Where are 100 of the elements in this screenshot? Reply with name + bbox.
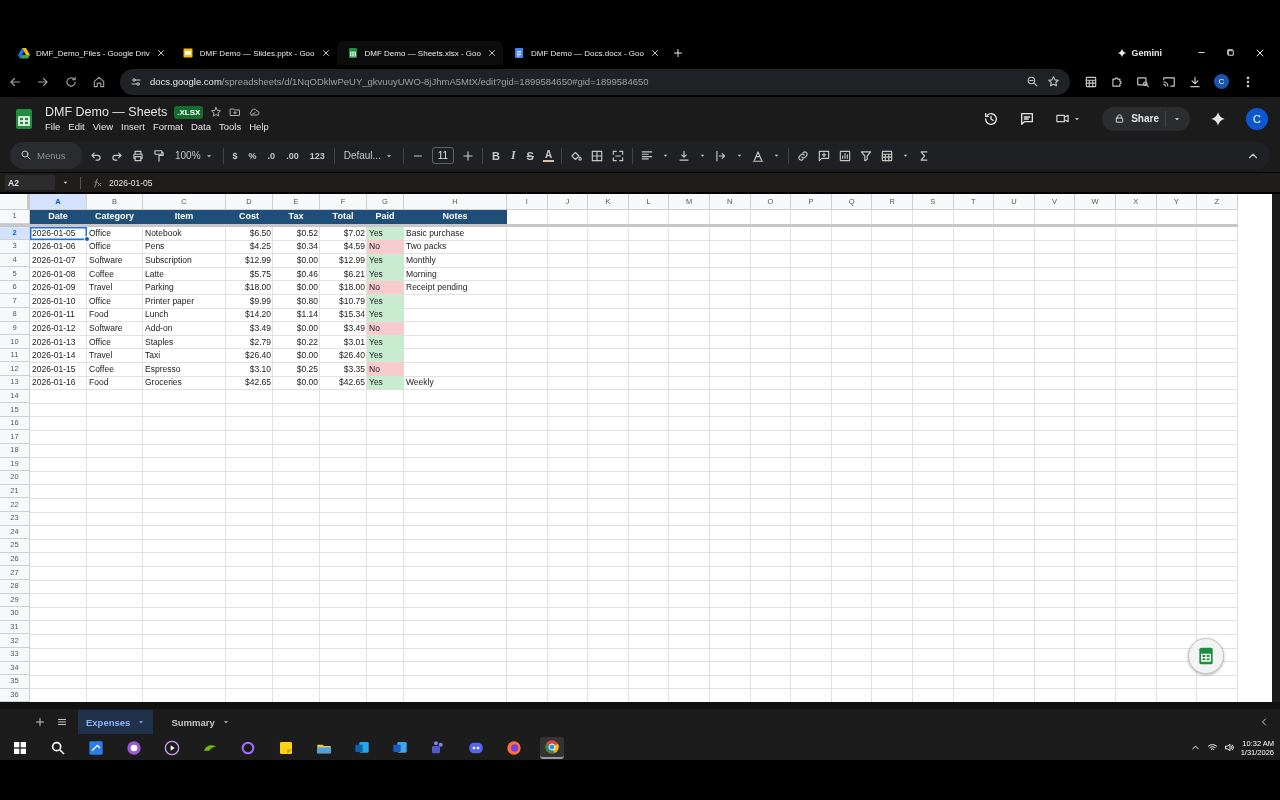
browser-tab[interactable]: DMF_Demo_Files - Google Driv — [8, 41, 172, 65]
decrease-decimal-button[interactable]: .0 — [265, 150, 278, 161]
table-cell[interactable]: 2026-01-05 — [30, 226, 87, 241]
sheet-tab[interactable]: Summary — [163, 710, 238, 734]
menu-item[interactable]: Tools — [219, 121, 247, 132]
table-cell-text: Staples — [144, 335, 175, 349]
address-bar[interactable]: docs.google.com/spreadsheets/d/1NqODklwPeUY_gkvuuyUWO-8jJhmA5MtX/edit?gid=1899584650#gid=1899584650 — [120, 68, 1070, 95]
table-cell-text: $0.00 — [295, 321, 319, 335]
table-cell-text: $12.99 — [338, 254, 366, 267]
table-cell-text: $6.21 — [342, 267, 366, 281]
table-cell-text: $0.34 — [295, 240, 319, 254]
table-cell-text: Office — [88, 240, 113, 254]
table-cell-text: 2026-01-11 — [31, 308, 76, 322]
table-cell-text: Software — [88, 321, 124, 335]
menu-item[interactable]: Format — [152, 121, 188, 132]
gemini-button[interactable]: Gemini — [1111, 47, 1168, 59]
font-select[interactable]: Defaul... — [341, 150, 396, 161]
table-cell-text: $6.50 — [248, 226, 272, 240]
profile-avatar[interactable]: C — [1246, 107, 1268, 130]
share-button[interactable]: Share — [1102, 106, 1190, 131]
table-cell-text: Parking — [144, 281, 175, 295]
table-cell-text: $0.46 — [295, 267, 319, 281]
column-title: Paid — [367, 210, 404, 224]
url-text: docs.google.com/spreadsheets/d/1NqODklwPeUY_gkvuuyUWO-8jJhmA5MtX/edit?gid=1899584650#gid=1899584650 — [150, 76, 650, 87]
table-cell-text: 2026-01-13 — [31, 335, 77, 349]
italic-button[interactable]: I — [508, 148, 518, 163]
table-cell-text: $9.99 — [248, 294, 272, 308]
table-cell-text: $26.40 — [244, 349, 272, 363]
table-cell-text: 2026-01-14 — [31, 349, 77, 363]
menu-item[interactable]: Help — [249, 121, 274, 132]
menu-item[interactable]: View — [92, 121, 119, 132]
table-cell-text: Lunch — [144, 308, 170, 322]
menu-item[interactable]: Edit — [68, 121, 90, 132]
table-cell-text: $0.80 — [295, 294, 319, 308]
status-cell: Yes — [367, 376, 404, 390]
profile-avatar[interactable]: C — [1214, 74, 1229, 89]
table-cell-text: Groceries — [144, 376, 183, 390]
percent-button[interactable]: % — [246, 150, 259, 161]
table-cell-text: $0.00 — [295, 281, 319, 295]
font-size-field[interactable]: 11 — [431, 147, 454, 164]
table-cell-text: $1.14 — [295, 308, 319, 322]
table-cell-text: Morning — [405, 267, 438, 281]
table-cell-text: $14.20 — [244, 308, 272, 322]
table-cell-text: $3.49 — [248, 321, 272, 335]
column-title: Notes — [404, 210, 507, 224]
table-cell-text: Coffee — [88, 267, 115, 281]
table-cell-text: $2.79 — [248, 335, 272, 349]
sheet-tab[interactable]: Expenses — [78, 710, 154, 734]
name-box[interactable]: A2 — [5, 175, 55, 190]
table-cell-text: Weekly — [405, 376, 435, 390]
table-cell-text: Subscription — [144, 254, 193, 267]
table-cell-text: 2026-01-06 — [31, 240, 77, 254]
table-cell-text: Food — [88, 376, 110, 390]
browser-tab[interactable]: DMF Demo — Docs.docx - Goo — [503, 41, 666, 65]
table-cell-text: $12.99 — [244, 254, 272, 267]
table-cell-text: $3.10 — [248, 362, 272, 376]
table-cell-text: 2026-01-07 — [31, 254, 77, 267]
table-cell-text: Pens — [144, 240, 166, 254]
menu-search-field[interactable]: Menus — [10, 142, 82, 169]
currency-button[interactable]: $ — [230, 150, 240, 161]
table-cell-text: Office — [88, 294, 113, 308]
table-cell-text: $3.35 — [342, 362, 366, 376]
table-cell-text: $0.22 — [295, 335, 319, 349]
browser-tab[interactable]: DMF Demo — Slides.pptx - Goo — [171, 41, 337, 65]
table-cell-text: 2026-01-10 — [31, 294, 77, 308]
formula-value[interactable]: 2026-01-05 — [109, 177, 153, 188]
menu-item[interactable]: File — [45, 121, 66, 132]
menu-item[interactable]: Insert — [121, 121, 150, 132]
table-cell-text: 2026-01-08 — [31, 267, 77, 281]
zoom-select[interactable]: 100% — [173, 150, 216, 161]
menu-item[interactable]: Data — [190, 121, 217, 132]
status-cell: Yes — [367, 308, 404, 322]
strikethrough-button[interactable]: S — [524, 149, 536, 162]
table-cell-text: $7.02 — [342, 226, 366, 240]
text-color-button[interactable]: A — [542, 149, 555, 162]
table-cell-text: $0.00 — [295, 376, 319, 390]
table-cell-text: 2026-01-09 — [31, 281, 77, 295]
table-cell-text: $4.59 — [342, 240, 366, 254]
status-cell: Yes — [367, 335, 404, 349]
table-cell-text: $5.75 — [248, 267, 272, 281]
bold-button[interactable]: B — [489, 149, 502, 162]
table-cell-text: $0.00 — [295, 349, 319, 363]
status-cell: Yes — [367, 294, 404, 309]
table-cell-text: $0.00 — [295, 254, 319, 267]
table-cell-text: Travel — [88, 349, 114, 363]
table-cell-text: $0.25 — [295, 362, 319, 376]
table-cell-text: 2026-01-16 — [31, 376, 77, 390]
table-cell-text: Office — [88, 335, 113, 349]
increase-decimal-button[interactable]: .00 — [284, 150, 301, 161]
document-title[interactable]: DMF Demo — Sheets — [45, 105, 168, 119]
table-cell-text: Travel — [88, 281, 114, 295]
status-cell: No — [367, 240, 404, 254]
table-cell-text: $15.34 — [338, 308, 366, 322]
table-cell-text: $3.01 — [342, 335, 366, 349]
browser-tab[interactable]: DMF Demo — Sheets.xlsx - Goo — [336, 41, 503, 65]
table-cell-text: $0.52 — [295, 226, 319, 240]
table-cell-text: Latte — [144, 267, 165, 281]
table-cell-text: Coffee — [88, 362, 115, 376]
table-cell-text: 2026-01-12 — [31, 321, 77, 335]
number-format-button[interactable]: 123 — [307, 150, 327, 161]
